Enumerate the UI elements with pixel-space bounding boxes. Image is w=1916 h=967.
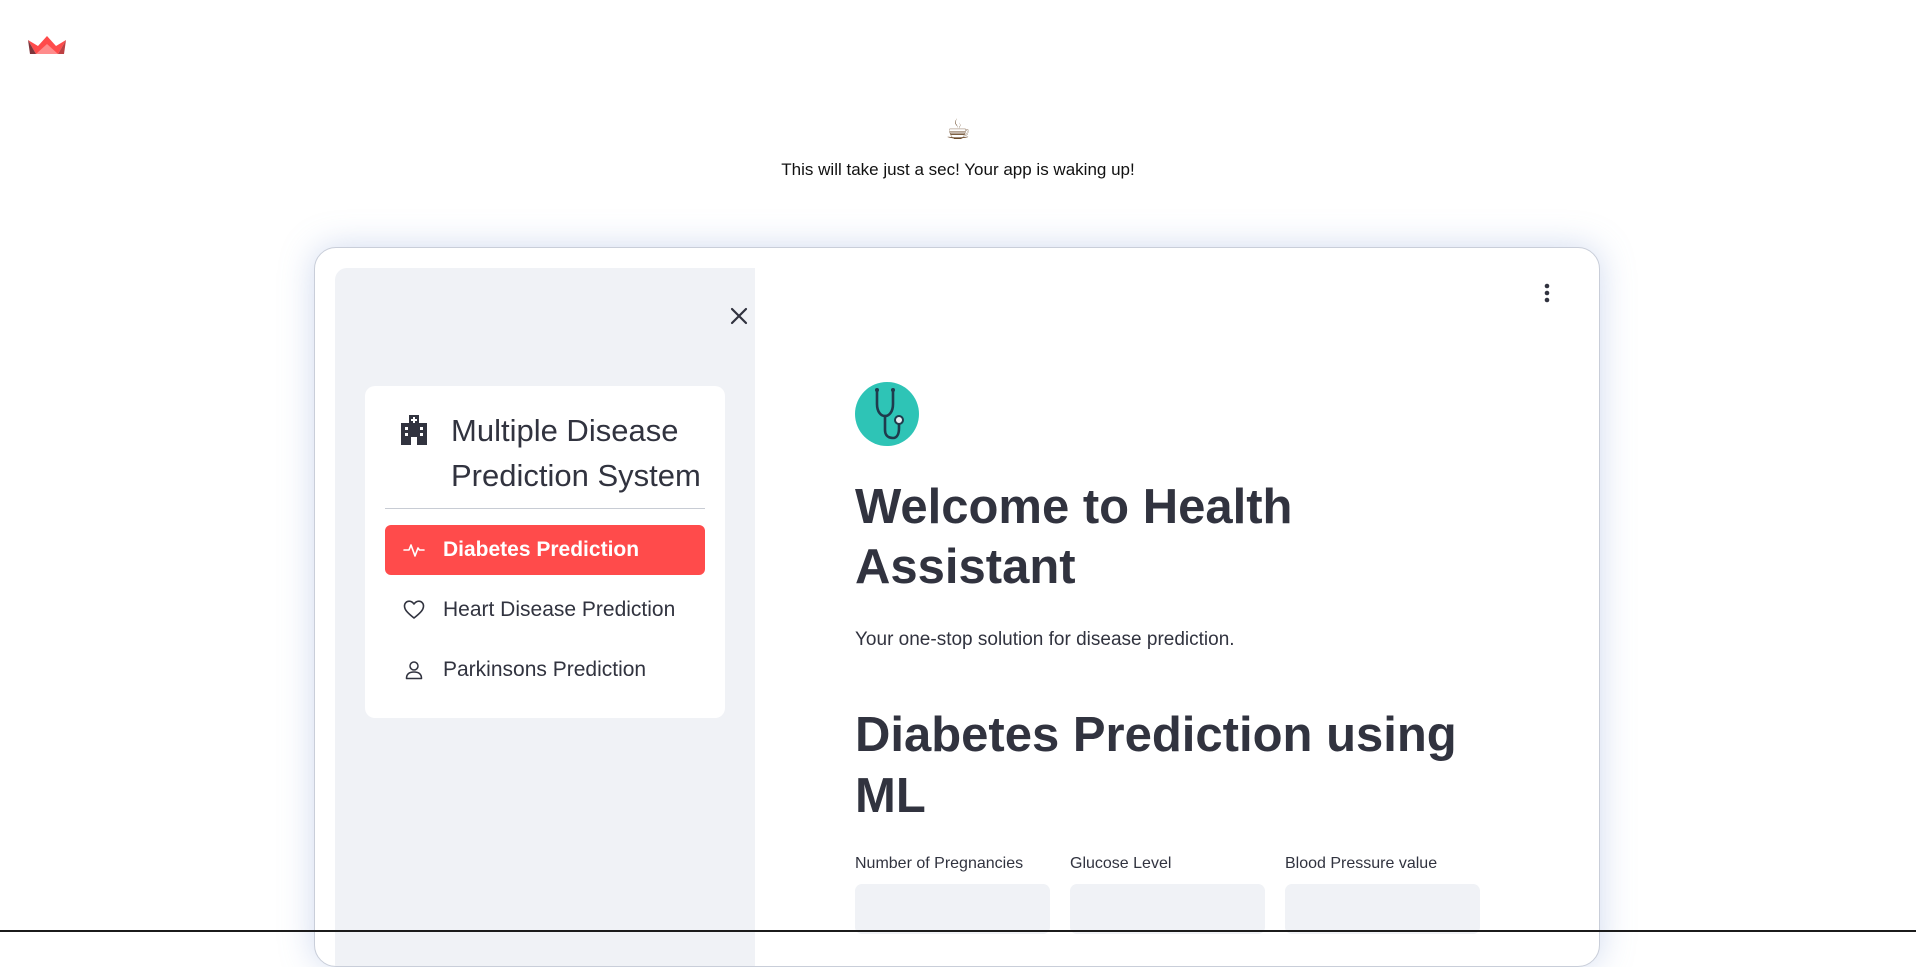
menu-item-label: Parkinsons Prediction (443, 658, 647, 681)
menu-item-label: Diabetes Prediction (443, 538, 640, 561)
pregnancies-input[interactable] (855, 884, 1050, 934)
glucose-field: Glucose Level (1070, 855, 1265, 934)
hospital-icon (401, 415, 427, 445)
menu-title-text: Multiple Disease Prediction System (451, 413, 701, 493)
close-icon[interactable] (727, 304, 751, 328)
menu-item-label: Heart Disease Prediction (443, 598, 676, 621)
glucose-input[interactable] (1070, 884, 1265, 934)
welcome-title: Welcome to Health Assistant (855, 480, 1293, 594)
person-icon (405, 661, 423, 680)
subtitle: Your one-stop solution for disease predi… (855, 629, 1235, 650)
heart-icon (403, 600, 425, 619)
loading-banner: ☕ This will take just a sec! Your app is… (0, 112, 1916, 180)
menu-item-diabetes-prediction[interactable]: Diabetes Prediction (385, 525, 705, 575)
stethoscope-icon (855, 382, 919, 446)
blood-pressure-input[interactable] (1285, 884, 1480, 934)
loading-message: This will take just a sec! Your app is w… (781, 160, 1135, 179)
pregnancies-field: Number of Pregnancies (855, 855, 1050, 934)
menu-title: Multiple Disease Prediction System (385, 408, 705, 498)
streamlit-logo (28, 36, 66, 54)
field-label: Number of Pregnancies (855, 855, 1024, 872)
section-title: Diabetes Prediction using ML (855, 708, 1457, 823)
menu-item-parkinsons-prediction[interactable]: Parkinsons Prediction (385, 645, 705, 695)
more-options-icon[interactable] (1541, 282, 1553, 304)
field-label: Glucose Level (1070, 855, 1172, 872)
input-fields-row: Number of Pregnancies Glucose Level Bloo… (855, 855, 1495, 934)
option-menu: Multiple Disease Prediction System Diabe… (365, 386, 725, 718)
app-preview-frame: Multiple Disease Prediction System Diabe… (314, 247, 1600, 967)
main-content: Welcome to Health Assistant Your one-sto… (855, 382, 1495, 934)
coffee-cup-icon: ☕ (945, 113, 971, 146)
menu-divider (385, 508, 705, 509)
blood-pressure-field: Blood Pressure value (1285, 855, 1480, 934)
activity-icon (403, 544, 425, 557)
menu-item-heart-disease-prediction[interactable]: Heart Disease Prediction (385, 585, 705, 635)
field-label: Blood Pressure value (1285, 855, 1438, 872)
sidebar: Multiple Disease Prediction System Diabe… (335, 268, 755, 966)
